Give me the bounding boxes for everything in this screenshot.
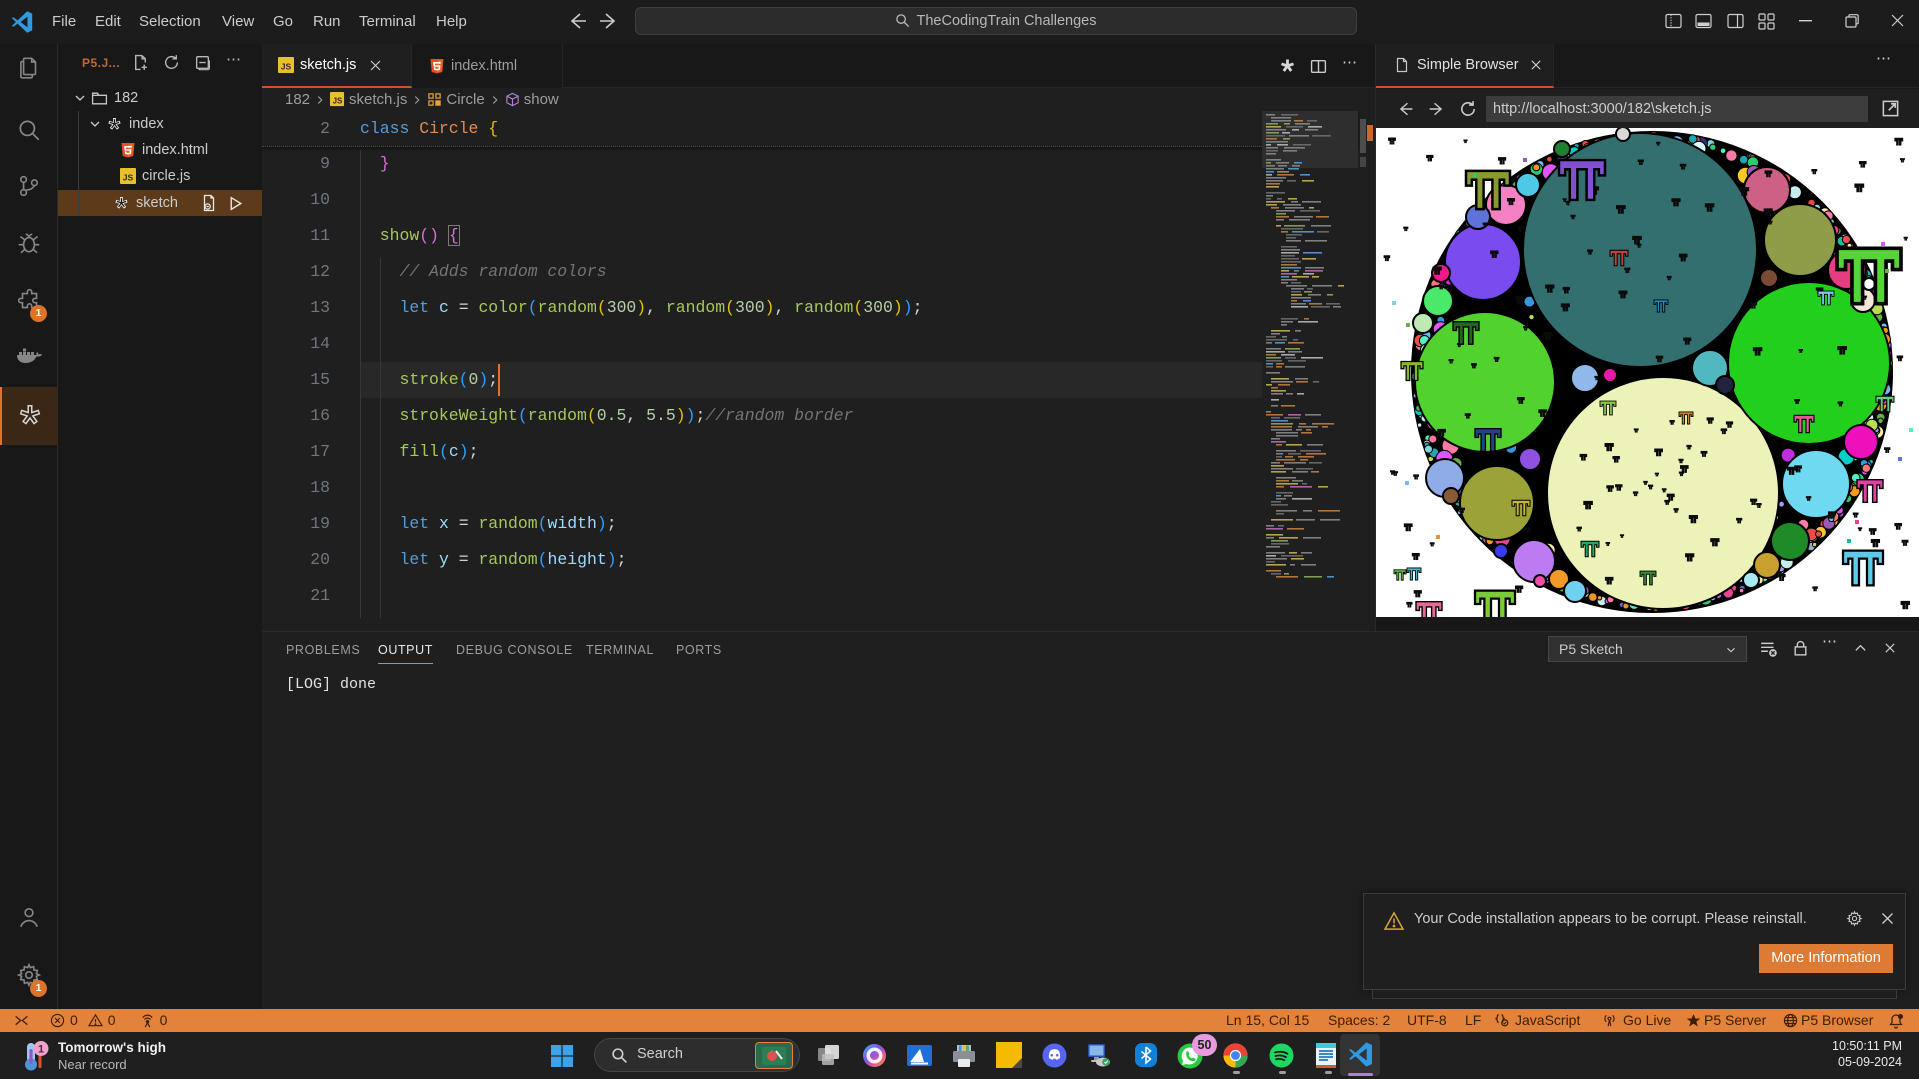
svg-text:JS: JS	[281, 62, 292, 72]
svg-text:JS: JS	[123, 173, 134, 183]
svg-text:JS: JS	[333, 97, 343, 106]
svg-text:1: 1	[38, 1044, 44, 1056]
